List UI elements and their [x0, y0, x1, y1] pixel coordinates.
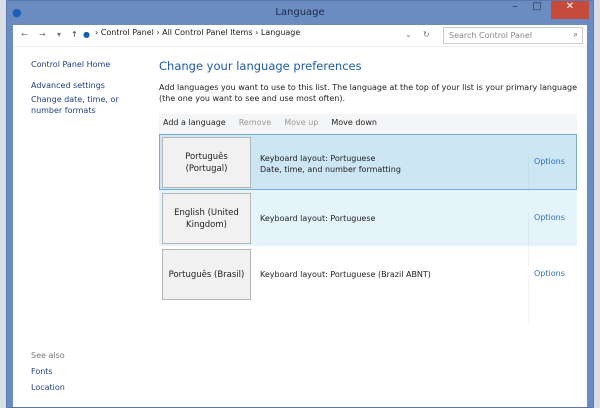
- breadcrumb-sep: ›: [95, 28, 99, 37]
- language-name-button[interactable]: English (United Kingdom): [162, 193, 251, 244]
- language-row[interactable]: Português (Brasil) Keyboard layout: Port…: [159, 246, 577, 323]
- see-also-location[interactable]: Location: [31, 383, 65, 392]
- address-dropdown-icon[interactable]: ⌄: [405, 30, 412, 39]
- move-up-button[interactable]: Move up: [284, 118, 318, 130]
- add-language-button[interactable]: Add a language: [163, 118, 226, 130]
- recent-locations-button[interactable]: ▾: [57, 30, 61, 39]
- up-button[interactable]: ↑: [71, 30, 78, 39]
- language-row[interactable]: Português (Portugal) Keyboard layout: Po…: [159, 134, 577, 211]
- language-name-button[interactable]: Português (Portugal): [162, 137, 251, 188]
- refresh-button[interactable]: ↻: [423, 30, 430, 39]
- page-description: Add languages you want to use to this li…: [159, 83, 578, 103]
- back-button[interactable]: ←: [21, 30, 28, 39]
- maximize-button[interactable]: □: [527, 1, 547, 19]
- language-window: ● Language – □ ✕ ← → ▾ ↑ ● › Control Pan…: [6, 0, 594, 408]
- navigation-bar: ← → ▾ ↑ ● › Control Panel › All Control …: [13, 25, 587, 47]
- breadcrumb-all-items[interactable]: All Control Panel Items: [162, 28, 252, 37]
- search-placeholder: Search Control Panel: [449, 31, 533, 40]
- sidebar: Control Panel Home Advanced settings Cha…: [31, 59, 151, 119]
- keyboard-layout: Keyboard layout: Portuguese (Brazil ABNT…: [260, 270, 431, 279]
- forward-button[interactable]: →: [39, 30, 46, 39]
- title-bar[interactable]: ● Language – □ ✕: [7, 1, 593, 25]
- search-input[interactable]: Search Control Panel ⌕: [443, 27, 583, 44]
- window-client: ← → ▾ ↑ ● › Control Panel › All Control …: [13, 25, 587, 407]
- formatting-info: Date, time, and number formatting: [260, 165, 401, 174]
- keyboard-layout: Keyboard layout: Portuguese: [260, 214, 376, 223]
- remove-button[interactable]: Remove: [239, 118, 271, 130]
- sidebar-control-panel-home[interactable]: Control Panel Home: [31, 59, 151, 70]
- main-content: Change your language preferences Add lan…: [159, 59, 577, 323]
- sidebar-advanced-settings[interactable]: Advanced settings: [31, 80, 151, 91]
- control-panel-icon: ●: [83, 30, 90, 39]
- move-down-button[interactable]: Move down: [331, 118, 377, 130]
- see-also-label: See also: [31, 351, 65, 360]
- options-link[interactable]: Options: [528, 269, 565, 323]
- address-bar[interactable]: › Control Panel › All Control Panel Item…: [95, 28, 425, 44]
- language-name-button[interactable]: Português (Brasil): [162, 249, 251, 300]
- language-row[interactable]: English (United Kingdom) Keyboard layout…: [159, 190, 577, 267]
- search-icon[interactable]: ⌕: [574, 30, 578, 40]
- keyboard-layout: Keyboard layout: Portuguese: [260, 154, 376, 163]
- page-title: Change your language preferences: [159, 59, 362, 73]
- breadcrumb-control-panel[interactable]: Control Panel: [101, 28, 154, 37]
- language-toolbar: Add a language Remove Move up Move down: [159, 114, 577, 134]
- breadcrumb-sep: ›: [255, 28, 259, 37]
- breadcrumb-sep: ›: [156, 28, 160, 37]
- breadcrumb-language[interactable]: Language: [261, 28, 300, 37]
- minimize-button[interactable]: –: [505, 1, 525, 19]
- sidebar-change-date-time[interactable]: Change date, time, or number formats: [31, 94, 151, 116]
- close-button[interactable]: ✕: [551, 1, 589, 19]
- see-also-fonts[interactable]: Fonts: [31, 367, 65, 376]
